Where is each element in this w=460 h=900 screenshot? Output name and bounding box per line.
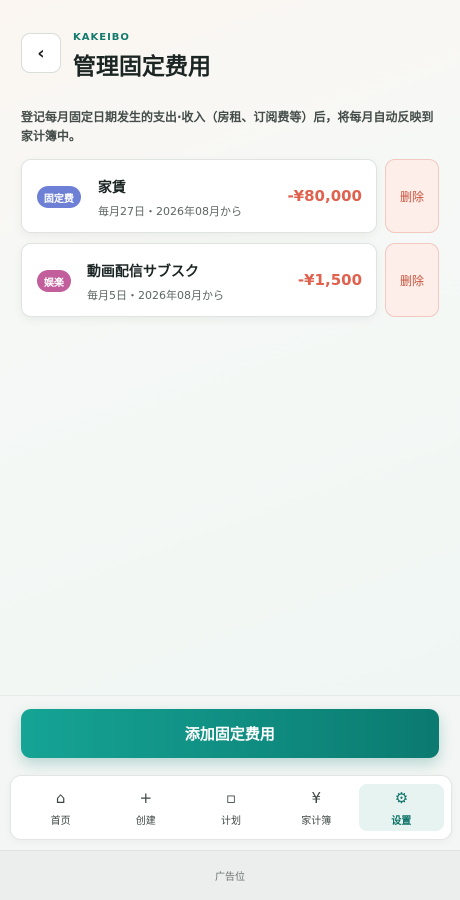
fixed-item-row: 娱楽 動画配信サブスク 毎月5日・2026年08月から -¥1,500 删除 <box>21 243 439 317</box>
item-schedule: 毎月27日・2026年08月から <box>98 205 242 218</box>
plus-icon: + <box>139 788 153 807</box>
tab-label: 创建 <box>135 815 156 827</box>
chevron-left-icon: ‹ <box>37 42 45 64</box>
tab-label: 设置 <box>391 815 412 827</box>
brand-label: KAKEIBO <box>73 32 130 43</box>
delete-button[interactable]: 删除 <box>385 159 439 233</box>
yen-icon: ¥ <box>311 788 321 807</box>
back-button[interactable]: ‹ <box>21 33 61 73</box>
page-title: 管理固定费用 <box>73 54 211 80</box>
tab-ledger[interactable]: ¥ 家计簿 <box>274 784 359 831</box>
fixed-item-row: 固定费 家賃 毎月27日・2026年08月から -¥80,000 删除 <box>21 159 439 233</box>
item-name: 動画配信サブスク <box>87 264 199 280</box>
plan-icon: ▫ <box>225 788 237 807</box>
ad-label: 广告位 <box>215 872 245 883</box>
tab-label: 计划 <box>221 815 241 827</box>
category-badge: 娱楽 <box>37 270 71 292</box>
ad-banner: 广告位 <box>0 850 460 900</box>
page-header: ‹ KAKEIBO 管理固定费用 <box>21 32 211 81</box>
category-badge: 固定费 <box>37 186 81 208</box>
title-block: KAKEIBO 管理固定费用 <box>73 32 211 81</box>
page-description: 登记每月固定日期发生的支出·收入（房租、订阅费等）后，将每月自动反映到家计簿中。 <box>21 110 434 143</box>
home-icon: ⌂ <box>55 788 66 807</box>
fixed-item-card[interactable]: 娱楽 動画配信サブスク 毎月5日・2026年08月から -¥1,500 <box>21 243 377 317</box>
item-amount: -¥1,500 <box>297 271 362 289</box>
delete-button[interactable]: 删除 <box>385 243 439 317</box>
tab-label: 首页 <box>50 815 71 827</box>
tab-home[interactable]: ⌂ 首页 <box>18 784 103 831</box>
tab-label: 家计簿 <box>301 815 332 827</box>
gear-icon: ⚙ <box>394 788 409 807</box>
fixed-item-card[interactable]: 固定费 家賃 毎月27日・2026年08月から -¥80,000 <box>21 159 377 233</box>
tab-create[interactable]: + 创建 <box>103 784 188 831</box>
item-schedule: 毎月5日・2026年08月から <box>87 289 224 302</box>
item-amount: -¥80,000 <box>287 187 362 205</box>
add-fixed-cost-button[interactable]: 添加固定费用 <box>21 709 439 758</box>
bottom-tab-bar: ⌂ 首页 + 创建 ▫ 计划 ¥ 家计簿 ⚙ 设置 <box>10 775 452 840</box>
item-name: 家賃 <box>98 180 126 196</box>
tab-plan[interactable]: ▫ 计划 <box>188 784 273 831</box>
tab-settings[interactable]: ⚙ 设置 <box>358 784 445 831</box>
